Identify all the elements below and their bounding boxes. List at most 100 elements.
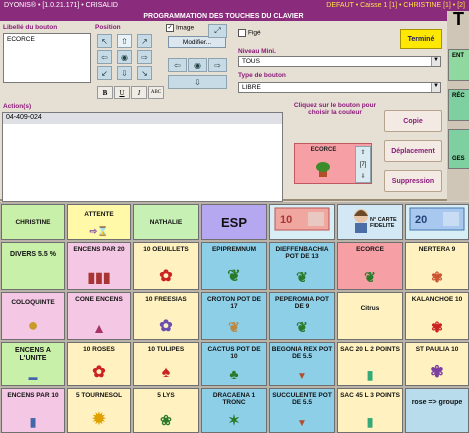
plant-icon: ❦ <box>228 319 240 335</box>
key-encens-unite[interactable]: ENCENS A L'UNITE ▬ <box>1 342 65 386</box>
incense-icon: ▬ <box>28 372 38 382</box>
key-tournesol[interactable]: 5 TOURNESOL ✹ <box>67 388 131 433</box>
page-title: PROGRAMMATION DES TOUCHES DU CLAVIER <box>0 11 447 21</box>
image-center-button[interactable]: ◉ <box>188 58 207 72</box>
position-label: Position <box>95 24 121 31</box>
position-bottom-button[interactable]: ⇩ <box>117 66 132 80</box>
key-begonia[interactable]: BEGONIA REX POT DE 5.5 ▼ <box>269 342 335 386</box>
image-checkbox[interactable]: ✓ Image <box>166 24 194 32</box>
key-cactus[interactable]: CACTUS POT DE 10 ♣ <box>201 342 267 386</box>
key-coloquinte[interactable]: COLOQUINTE ● <box>1 292 65 340</box>
right-tile-2[interactable]: RÉC <box>448 89 469 121</box>
bag-icon: ▮ <box>366 415 374 429</box>
check-icon: ✓ <box>166 24 174 32</box>
type-select[interactable]: LIBRE ▼ <box>238 82 441 93</box>
arrow-up-icon[interactable]: ⇧ <box>356 147 370 159</box>
key-christine[interactable]: CHRISTINE <box>1 204 65 240</box>
right-tile-3[interactable]: GES <box>448 129 469 169</box>
key-esp[interactable]: ESP <box>201 204 267 240</box>
list-item[interactable]: 04-409-024 <box>3 113 282 124</box>
fullscreen-icon[interactable]: ⤢ <box>208 24 227 38</box>
key-nertera[interactable]: NERTERA 9 ✾ <box>405 242 469 290</box>
image-down-button[interactable]: ⇩ <box>168 75 227 89</box>
key-citrus[interactable]: Citrus <box>337 292 403 340</box>
deplacement-button[interactable]: Déplacement <box>384 140 442 162</box>
cactus-icon: ♣ <box>229 366 239 382</box>
key-st-paulia[interactable]: ST PAULIA 10 ✾ <box>405 342 469 386</box>
position-right-button[interactable]: ⇨ <box>137 50 152 64</box>
italic-button[interactable]: I <box>131 86 147 99</box>
key-attente[interactable]: ATTENTE ⇨⌛ <box>67 204 131 240</box>
plant-icon: ✾ <box>431 269 443 285</box>
plant-icon: ✶ <box>228 412 240 428</box>
niveau-select[interactable]: TOUS ▼ <box>238 56 441 67</box>
plant-icon: ❦ <box>296 269 308 285</box>
session-info: DEFAUT • Caisse 1 [1] • CHRISTINE [1] • … <box>326 2 465 9</box>
action-list[interactable]: 04-409-024 <box>2 112 283 202</box>
key-ecorce[interactable]: ECORCE ❦ <box>337 242 403 290</box>
position-top-button[interactable]: ⇧ <box>117 34 132 48</box>
arrow-down-icon[interactable]: ⇩ <box>356 171 370 183</box>
plant-icon: ❦ <box>227 268 241 285</box>
fige-checkbox[interactable]: Figé <box>238 29 261 37</box>
image-right-button[interactable]: ⇨ <box>208 58 227 72</box>
key-dracaena[interactable]: DRACAENA 1 TRONC ✶ <box>201 388 267 433</box>
position-center-button[interactable]: ◉ <box>117 50 132 64</box>
pot-icon: ▼ <box>297 371 307 382</box>
key-tulipes[interactable]: 10 TULIPES ♠ <box>133 342 199 386</box>
libelle-input[interactable]: ECORCE <box>3 33 91 83</box>
key-cone-encens[interactable]: CONE ENCENS ▲ <box>67 292 131 340</box>
bold-button[interactable]: B <box>97 86 113 99</box>
chevron-down-icon: ▼ <box>431 83 440 92</box>
action-label: Action(s) <box>3 103 32 110</box>
position-top-left-button[interactable]: ↖ <box>97 34 112 48</box>
key-roses[interactable]: 10 ROSES ✿ <box>67 342 131 386</box>
key-succulente[interactable]: SUCCULENTE POT DE 5.5 ▼ <box>269 388 335 433</box>
suppression-button[interactable]: Suppression <box>384 170 442 192</box>
preview-count: [7] <box>359 162 367 168</box>
abc-button[interactable]: ABC <box>148 86 164 99</box>
flower-icon: ✿ <box>159 318 173 335</box>
niveau-label: Niveau Mini. <box>238 48 276 55</box>
copie-button[interactable]: Copie <box>384 110 442 132</box>
position-left-button[interactable]: ⇦ <box>97 50 112 64</box>
key-nathalie[interactable]: NATHALIE <box>133 204 199 240</box>
key-rose-groupe[interactable]: rose => groupe <box>405 388 469 433</box>
position-top-right-button[interactable]: ↗ <box>137 34 152 48</box>
hourglass-icon: ⇨⌛ <box>89 226 109 236</box>
key-kalanchoe[interactable]: KALANCHOE 10 ✾ <box>405 292 469 340</box>
position-bottom-right-button[interactable]: ↘ <box>137 66 152 80</box>
key-dieffenbachia[interactable]: DIEFFENBACHIA POT DE 13 ❦ <box>269 242 335 290</box>
right-strip-letter: T <box>453 11 464 29</box>
right-tile-1[interactable]: ENT <box>448 49 469 81</box>
key-sac-45[interactable]: SAC 45 L 3 POINTS ▮ <box>337 388 403 433</box>
banknote-icon: 10 <box>274 207 330 233</box>
svg-text:20: 20 <box>415 214 427 226</box>
underline-button[interactable]: U <box>114 86 130 99</box>
key-encens-20[interactable]: ENCENS PAR 20 ▮▮▮ <box>67 242 131 290</box>
key-peperomia[interactable]: PEPEROMIA POT DE 9 ❦ <box>269 292 335 340</box>
key-lys[interactable]: 5 LYS ❀ <box>133 388 199 433</box>
libelle-label: Libellé du bouton <box>3 24 58 31</box>
key-carte-fidelite[interactable]: N° CARTE FIDELITE <box>337 204 403 240</box>
key-sac-20[interactable]: SAC 20 L 2 POINTS ▮ <box>337 342 403 386</box>
keyboard-grid: CHRISTINE ATTENTE ⇨⌛ NATHALIE ESP 10 N° C… <box>0 202 469 433</box>
key-epipremnum[interactable]: EPIPREMNUM ❦ <box>201 242 267 290</box>
key-freesias[interactable]: 10 FREESIAS ✿ <box>133 292 199 340</box>
image-left-button[interactable]: ⇦ <box>168 58 187 72</box>
plant-icon: ❦ <box>364 269 376 285</box>
position-bottom-left-button[interactable]: ↙ <box>97 66 112 80</box>
key-oeuillets[interactable]: 10 OEUILLETS ✿ <box>133 242 199 290</box>
incense-icon: ▮ <box>29 415 37 429</box>
incense-cone-icon: ▲ <box>92 320 106 336</box>
key-banknote-10[interactable]: 10 <box>269 204 335 240</box>
key-croton[interactable]: CROTON POT DE 17 ❦ <box>201 292 267 340</box>
key-encens-10[interactable]: ENCENS PAR 10 ▮ <box>1 388 65 433</box>
button-preview[interactable]: ECORCE ⇧ [7] ⇩ <box>294 143 372 184</box>
preview-stepper[interactable]: ⇧ [7] ⇩ <box>355 146 371 183</box>
plant-icon <box>313 158 333 178</box>
key-banknote-20[interactable]: 20 <box>405 204 469 240</box>
svg-text:10: 10 <box>280 214 292 226</box>
termine-button[interactable]: Terminé <box>400 29 442 49</box>
key-divers[interactable]: DIVERS 5.5 % <box>1 242 65 290</box>
